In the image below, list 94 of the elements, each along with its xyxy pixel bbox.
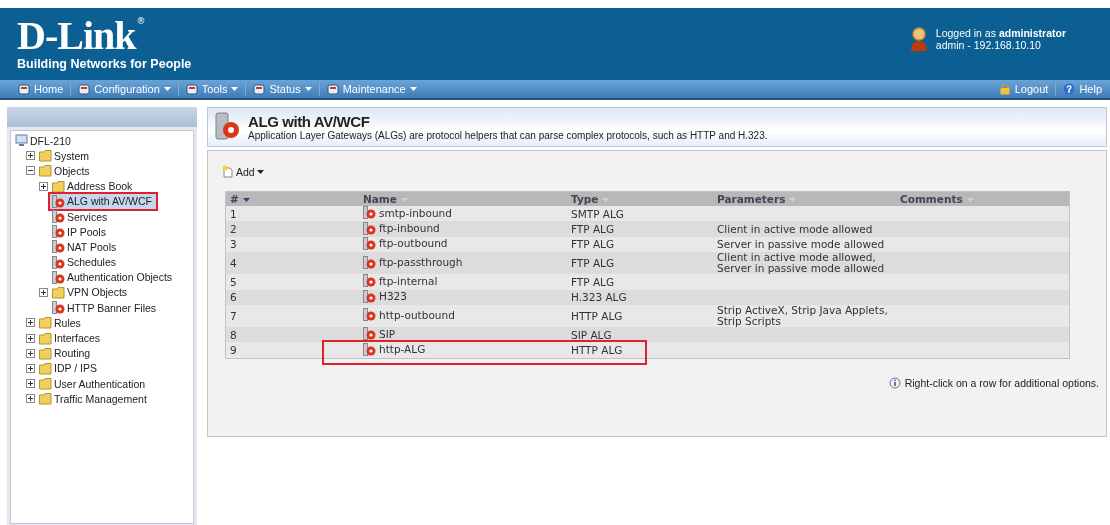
table-cell: SMTP ALG (567, 206, 713, 222)
folder-icon (39, 361, 52, 375)
table-cell: smtp-inbound (363, 206, 452, 220)
folder-icon (39, 346, 52, 360)
caret-icon (409, 87, 417, 91)
column-header[interactable]: Type (567, 191, 713, 206)
table-cell: http-outbound (363, 308, 455, 322)
collapse-icon[interactable] (26, 166, 35, 176)
tree-item[interactable]: DFL-210 (13, 134, 73, 148)
expand-icon[interactable] (39, 181, 48, 191)
tree-item[interactable]: System (37, 149, 91, 163)
expand-icon[interactable] (26, 333, 35, 343)
expand-icon[interactable] (26, 379, 35, 389)
table-cell: 7 (225, 304, 359, 327)
login-detail: admin - 192.168.10.10 (935, 39, 1042, 51)
folder-icon (52, 285, 65, 299)
tree-item[interactable]: Interfaces (37, 331, 103, 345)
computer-icon (15, 134, 28, 148)
caret-icon (231, 87, 239, 91)
tree-item[interactable]: Traffic Management (37, 392, 149, 406)
tree-item[interactable]: Routing (37, 346, 93, 360)
tree-item[interactable]: Services (50, 210, 110, 224)
expand-icon[interactable] (26, 394, 35, 404)
table-cell: HTTP ALG (567, 304, 713, 327)
expand-icon[interactable] (39, 287, 48, 297)
table-cell: ftp-passthrough (363, 255, 463, 269)
table-cell-text: Client in active mode allowed (717, 223, 874, 235)
tree-item[interactable]: IP Pools (50, 225, 108, 239)
table-cell: 4 (225, 252, 359, 275)
folder-icon (39, 164, 52, 178)
table-cell: 5 (225, 274, 359, 290)
expand-icon[interactable] (26, 348, 35, 358)
tree-item[interactable]: NAT Pools (50, 240, 119, 254)
lock-icon (998, 83, 1011, 95)
table-cell: H323 (363, 289, 407, 303)
tree-item[interactable]: Objects (37, 164, 92, 178)
table-cell-text: Server in passive mode allowed (717, 263, 886, 275)
logo-text: D-Link (17, 16, 136, 56)
caret-icon (304, 87, 312, 91)
folder-icon (39, 377, 52, 391)
table-cell: 9 (225, 342, 359, 359)
tree-item[interactable]: Address Book (50, 179, 135, 193)
table-cell: FTP ALG (567, 252, 713, 275)
menu-icon (253, 83, 266, 95)
table-cell: ftp-inbound (363, 221, 440, 235)
tagline: Building Networks for People (17, 57, 192, 71)
menu-icon (326, 83, 339, 95)
table-cell-text: Server in passive mode allowed (717, 238, 886, 250)
tree-item[interactable]: ALG with AV/WCF (48, 191, 158, 211)
folder-icon (39, 392, 52, 406)
expand-icon[interactable] (26, 363, 35, 373)
folder-icon (39, 331, 52, 345)
folder-icon (39, 149, 52, 163)
table-cell: 1 (225, 206, 359, 222)
column-header[interactable]: Comments (896, 191, 1070, 206)
folder-icon (52, 179, 65, 193)
user-icon (909, 27, 928, 51)
menu-icon (18, 83, 30, 95)
tree-item[interactable]: Rules (37, 316, 83, 330)
table-cell: 2 (225, 221, 359, 237)
table-cell: ftp-outbound (363, 236, 448, 250)
table-cell: http-ALG (363, 342, 426, 356)
tree-item[interactable]: Authentication Objects (50, 270, 175, 284)
table-cell: FTP ALG (567, 274, 713, 290)
column-header[interactable]: # (225, 191, 359, 206)
tree-item[interactable]: HTTP Banner Files (50, 301, 159, 315)
folder-icon (39, 316, 52, 330)
new-item-icon (222, 165, 234, 178)
column-header[interactable]: Parameters (713, 191, 896, 206)
login-status: Logged in as administrator (935, 27, 1066, 39)
add-button[interactable]: Add (222, 165, 264, 178)
info-icon (888, 376, 901, 389)
tree-item[interactable]: User Authentication (37, 377, 148, 391)
table-cell: SIP (363, 327, 396, 341)
hint-text: Right-click on a row for additional options. (904, 376, 1099, 389)
expand-icon[interactable] (26, 318, 35, 328)
menu-icon (185, 83, 198, 95)
caret-icon (256, 169, 264, 174)
column-header[interactable]: Name (359, 191, 567, 206)
tree-item[interactable]: IDP / IPS (37, 361, 99, 375)
tree-item[interactable]: VPN Objects (50, 285, 130, 299)
table-cell: FTP ALG (567, 221, 713, 237)
page-description: Application Layer Gateways (ALGs) are protocol helpers that can parse complex protocols, such as HTTP and H.323. (248, 130, 768, 141)
registered-mark: ® (136, 16, 146, 26)
caret-icon (163, 87, 171, 91)
table-cell-text: Client in active mode allowed, (717, 252, 877, 264)
table-cell: ftp-internal (363, 274, 438, 288)
menu-icon (78, 83, 91, 95)
table-cell: HTTP ALG (567, 342, 713, 359)
tree-item[interactable]: Schedules (50, 255, 119, 269)
page-title: ALG with AV/WCF (248, 113, 371, 130)
expand-icon[interactable] (26, 151, 35, 161)
help-icon (1063, 83, 1076, 95)
table-cell-text: Strip ActiveX, Strip Java Applets, (717, 304, 889, 316)
